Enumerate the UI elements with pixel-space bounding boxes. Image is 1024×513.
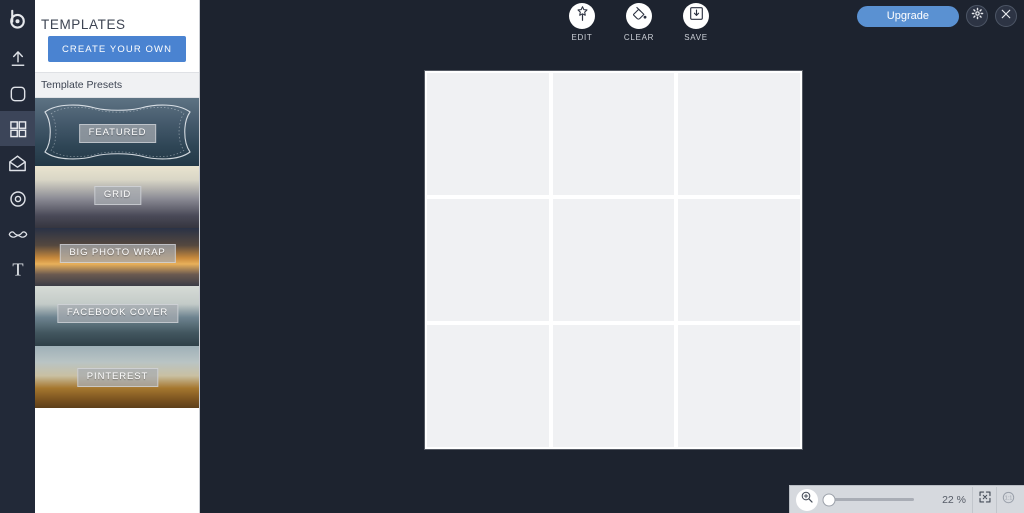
create-your-own-button[interactable]: CREATE YOUR OWN [48,36,186,62]
settings-button[interactable] [966,5,988,27]
svg-text:1:1: 1:1 [1005,495,1013,501]
magic-wand-icon [574,5,591,27]
open-envelope-icon [7,153,28,174]
top-right-controls: Upgrade [856,5,1017,27]
save-tool[interactable]: SAVE [674,3,718,42]
sidebar-item-frames[interactable] [0,76,35,111]
clear-tool-label: CLEAR [623,33,655,42]
template-presets-header: Template Presets [35,72,199,98]
collage-cell[interactable] [678,325,800,447]
sidebar-item-text[interactable]: T [0,251,35,286]
zoom-level-value: 22 % [942,493,966,506]
template-preset-item[interactable]: PINTEREST [35,346,199,408]
save-tool-circle[interactable] [683,3,709,29]
clear-tool-circle[interactable] [626,3,652,29]
close-x-icon [1000,7,1012,25]
collage-cell[interactable] [678,73,800,195]
collage-cell[interactable] [552,73,675,195]
collage-grid [427,73,800,447]
upgrade-button[interactable]: Upgrade [856,5,959,27]
sidebar-item-stickers[interactable] [0,181,35,216]
sidebar-item-overlays[interactable] [0,216,35,251]
template-preset-item[interactable]: FEATURED [35,98,199,166]
paint-bucket-icon [631,5,648,27]
actual-size-button[interactable]: 1:1 [996,486,1020,513]
one-to-one-icon: 1:1 [1001,490,1016,510]
svg-text:T: T [12,259,23,279]
template-preset-list: FEATURED GRID BIG PHOTO WRAP FACEBOOK COVER… [35,98,199,408]
gear-icon [971,7,984,25]
zoom-slider[interactable] [822,493,914,506]
close-button[interactable] [995,5,1017,27]
template-preset-item[interactable]: GRID [35,166,199,228]
template-preset-item[interactable]: BIG PHOTO WRAP [35,228,199,286]
template-preset-label: FACEBOOK COVER [56,304,179,323]
editor-canvas[interactable] [425,71,802,449]
page-title: TEMPLATES [41,17,126,32]
collage-cell[interactable] [552,199,675,321]
zoom-toolbar: 22 % 1:1 [789,485,1024,513]
edit-tool-label: EDIT [571,33,593,42]
zoom-magnifier-button[interactable] [796,488,818,511]
template-preset-label: GRID [93,186,142,205]
template-presets-label: Template Presets [41,79,123,91]
sidebar-item-upload[interactable] [0,41,35,76]
app-window: T TEMPLATES CREATE YOUR OWN Template Pre… [0,0,1024,513]
save-disk-icon [688,5,705,27]
template-preset-label: PINTEREST [76,368,159,387]
collage-cell[interactable] [427,73,549,195]
upload-arrow-icon [8,49,28,69]
target-circle-icon [8,189,28,209]
left-icon-rail: T [0,0,35,513]
collage-cell[interactable] [427,199,549,321]
save-tool-label: SAVE [684,33,708,42]
collage-cell[interactable] [552,325,675,447]
template-preset-label: BIG PHOTO WRAP [59,244,176,263]
sidebar-item-templates[interactable] [0,111,35,146]
template-preset-label: FEATURED [78,124,157,143]
app-logo [0,2,35,37]
fit-to-screen-button[interactable] [972,486,996,513]
zoom-slider-thumb[interactable] [822,493,836,506]
text-t-icon: T [7,258,29,280]
clear-tool[interactable]: CLEAR [617,3,661,42]
sidebar-item-cards[interactable] [0,146,35,181]
fit-to-screen-icon [978,490,992,509]
templates-panel: TEMPLATES CREATE YOUR OWN Template Prese… [35,0,200,513]
mustache-icon [7,223,29,245]
template-preset-item[interactable]: FACEBOOK COVER [35,286,199,346]
panel-header: TEMPLATES [35,0,199,36]
collage-cell[interactable] [427,325,549,447]
collage-cell[interactable] [678,199,800,321]
edit-tool-circle[interactable] [569,3,595,29]
rounded-square-icon [8,84,28,104]
grid-squares-icon [8,119,28,139]
center-toolbar: EDIT CLEAR SAVE [560,3,718,42]
magnifier-plus-icon [800,490,814,509]
edit-tool[interactable]: EDIT [560,3,604,42]
